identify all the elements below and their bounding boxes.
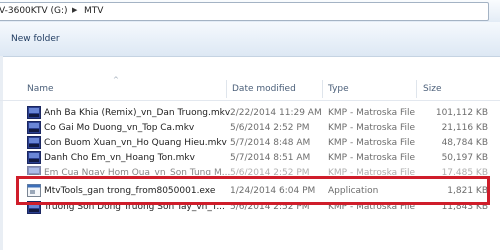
- file-row[interactable]: Truong Son Dong Truong Son Tay_vn_T... 5…: [22, 201, 492, 214]
- breadcrumb-separator-icon[interactable]: ▶: [72, 6, 77, 14]
- kmp-video-icon: [27, 151, 41, 164]
- column-divider[interactable]: [226, 80, 227, 98]
- column-header-size[interactable]: Size: [423, 78, 441, 100]
- application-icon: [27, 184, 41, 197]
- new-folder-button[interactable]: New folder: [7, 31, 64, 47]
- file-date: 5/6/2014 2:52 PM: [230, 202, 310, 212]
- file-date: 1/24/2014 6:04 PM: [230, 186, 316, 196]
- toolbar: New folder: [0, 22, 500, 57]
- file-row[interactable]: MtvTools_gan trong_from8050001.exe 1/24/…: [22, 182, 492, 200]
- kmp-video-icon: [27, 121, 41, 134]
- address-box[interactable]: V-3600KTV (G:) ▶ MTV: [0, 2, 489, 21]
- breadcrumb-drive[interactable]: V-3600KTV (G:): [0, 6, 68, 16]
- column-header-type[interactable]: Type: [328, 78, 349, 100]
- column-header-date[interactable]: Date modified: [232, 78, 296, 100]
- sort-ascending-icon: ^: [113, 76, 119, 84]
- kmp-video-icon: [27, 201, 41, 214]
- file-size: 1,821 KB: [447, 186, 488, 196]
- file-name: MtvTools_gan trong_from8050001.exe: [44, 186, 216, 196]
- file-type: Application: [328, 186, 379, 196]
- column-divider[interactable]: [416, 80, 417, 98]
- breadcrumb-folder[interactable]: MTV: [84, 6, 103, 16]
- kmp-video-icon: [27, 136, 41, 149]
- file-type: KMP - Matroska File: [328, 202, 416, 212]
- column-header: Name ^ Date modified Type Size: [0, 76, 500, 101]
- kmp-video-icon: [27, 166, 41, 175]
- file-type: KMP - Matroska File: [328, 168, 416, 175]
- column-header-name[interactable]: Name: [27, 78, 54, 100]
- kmp-video-icon: [27, 106, 41, 119]
- address-bar: V-3600KTV (G:) ▶ MTV: [0, 0, 500, 23]
- file-size: 11,843 KB: [441, 202, 488, 212]
- file-size: 17,485 KB: [441, 168, 488, 175]
- column-divider[interactable]: [322, 80, 323, 98]
- file-name: Truong Son Dong Truong Son Tay_vn_T...: [44, 202, 225, 212]
- file-date: 5/6/2014 2:52 PM: [230, 168, 310, 175]
- file-row[interactable]: Em Cua Ngay Hom Qua_vn_Son Tung M... 5/6…: [22, 164, 492, 175]
- file-name: Em Cua Ngay Hom Qua_vn_Son Tung M...: [44, 168, 231, 175]
